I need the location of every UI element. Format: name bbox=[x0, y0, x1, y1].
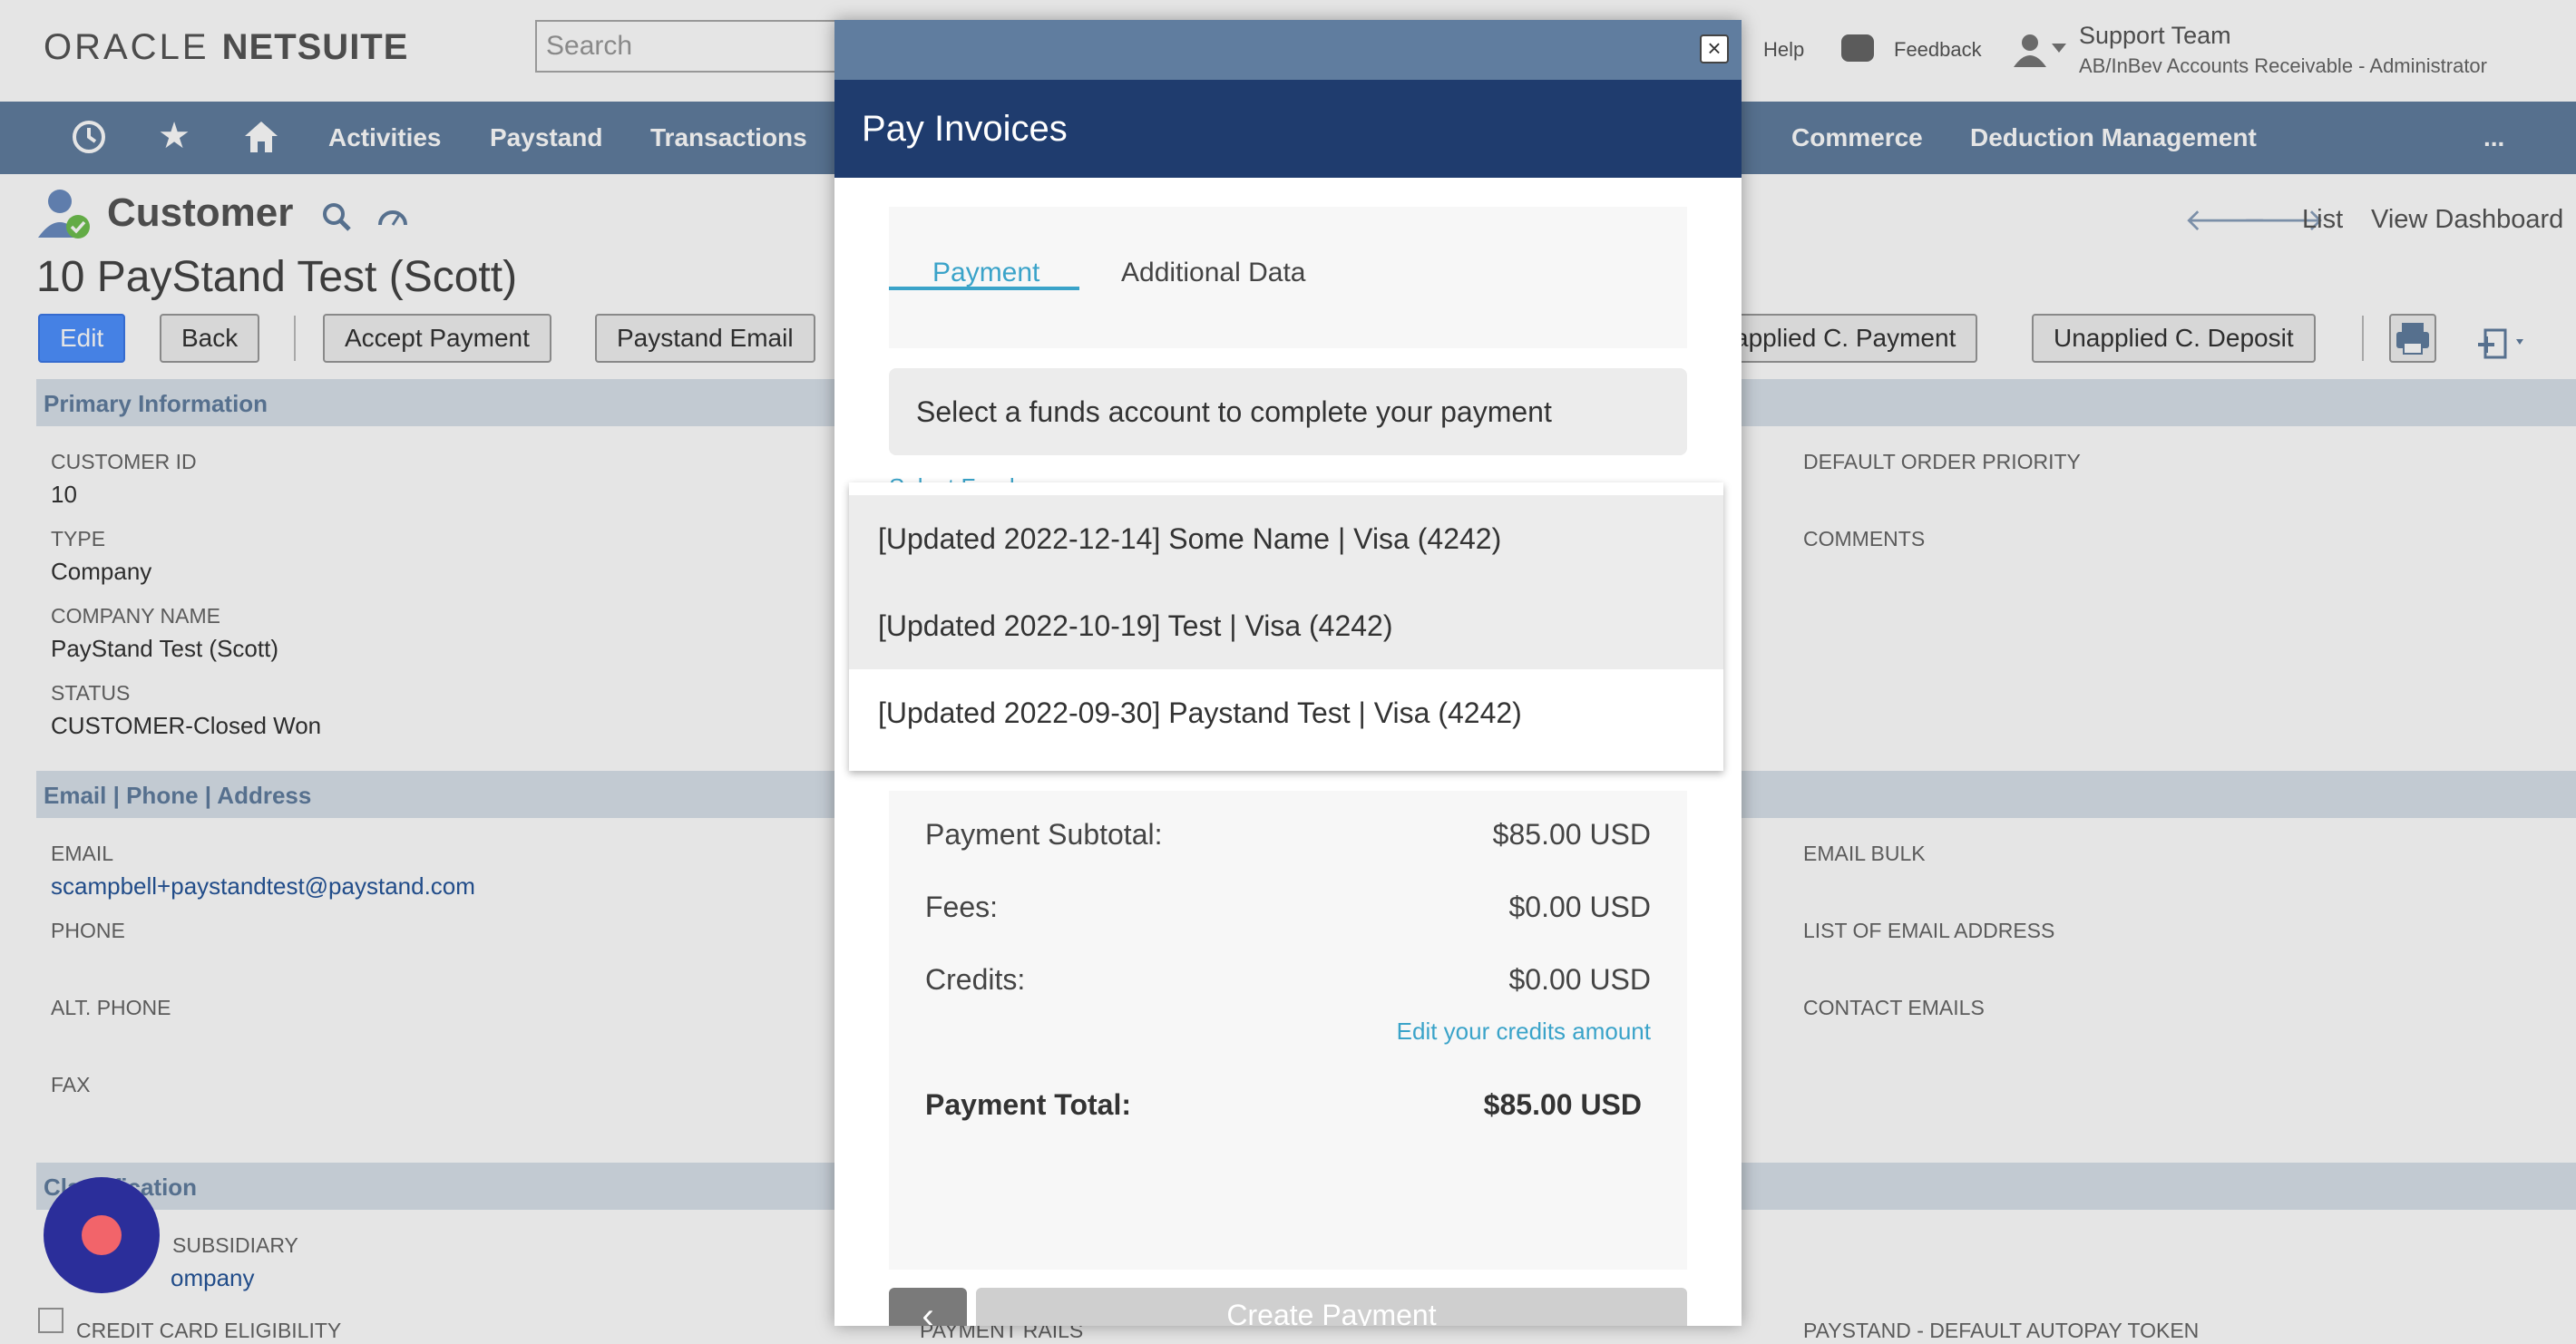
modal-back-button[interactable]: ‹ bbox=[889, 1288, 967, 1326]
total-label: Payment Total: bbox=[925, 1088, 1131, 1121]
tab-payment[interactable]: Payment bbox=[932, 258, 1039, 288]
modal-tabs: Payment Additional Data bbox=[889, 207, 1687, 348]
funds-option[interactable]: [Updated 2022-12-14] Some Name | Visa (4… bbox=[849, 495, 1723, 582]
tab-additional-data[interactable]: Additional Data bbox=[1121, 258, 1305, 288]
credits-label: Credits: bbox=[925, 963, 1026, 996]
record-icon bbox=[82, 1215, 122, 1255]
subtotal-value: $85.00 USD bbox=[1492, 818, 1651, 851]
assistant-fab[interactable] bbox=[44, 1177, 160, 1293]
modal-title: Pay Invoices bbox=[862, 109, 1068, 149]
funds-option[interactable]: [Updated 2022-10-19] Test | Visa (4242) bbox=[849, 582, 1723, 669]
payment-summary: Payment Subtotal: $85.00 USD Fees: $0.00… bbox=[889, 791, 1687, 1270]
funds-account-notice: Select a funds account to complete your … bbox=[889, 368, 1687, 455]
fees-label: Fees: bbox=[925, 891, 999, 923]
close-icon[interactable]: × bbox=[1700, 34, 1729, 63]
funds-option[interactable]: [Updated 2022-09-30] Paystand Test | Vis… bbox=[849, 669, 1723, 756]
modal-top-bar bbox=[834, 20, 1742, 80]
funds-account-dropdown: [Updated 2022-12-14] Some Name | Visa (4… bbox=[849, 482, 1723, 771]
credits-value: $0.00 USD bbox=[1508, 963, 1651, 996]
active-tab-indicator bbox=[889, 287, 1079, 290]
total-value: $85.00 USD bbox=[1483, 1088, 1642, 1121]
subtotal-label: Payment Subtotal: bbox=[925, 818, 1163, 851]
create-payment-button[interactable]: Create Payment bbox=[976, 1288, 1687, 1326]
edit-credits-link[interactable]: Edit your credits amount bbox=[1397, 1018, 1651, 1046]
fees-value: $0.00 USD bbox=[1508, 891, 1651, 923]
